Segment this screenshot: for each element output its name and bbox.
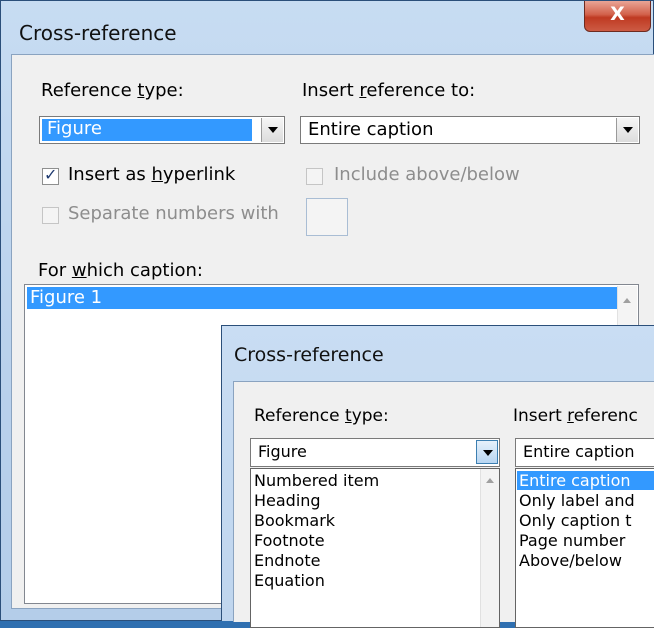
insert-reference-dropdown[interactable]: Entire caption Only label and Only capti…: [515, 468, 654, 628]
list-item[interactable]: Equation: [254, 571, 325, 590]
chevron-down-icon[interactable]: [616, 118, 638, 142]
dialog-title: Cross-reference: [234, 344, 384, 366]
separate-numbers-label: Separate numbers with: [68, 203, 279, 224]
list-item[interactable]: Entire caption: [517, 471, 654, 490]
insert-reference-select[interactable]: Entire caption: [300, 116, 640, 144]
list-item[interactable]: Above/below: [519, 551, 622, 570]
insert-hyperlink-checkbox[interactable]: [42, 165, 59, 185]
list-item[interactable]: Bookmark: [254, 511, 335, 530]
for-which-caption-label: For which caption:: [38, 260, 203, 281]
reference-type-label: Reference type:: [41, 80, 184, 101]
scrollbar[interactable]: [480, 469, 499, 627]
list-item[interactable]: Heading: [254, 491, 321, 510]
insert-reference-value: Entire caption: [308, 119, 434, 140]
reference-type-value: Figure: [258, 442, 307, 461]
reference-type-dropdown[interactable]: Numbered item Heading Bookmark Footnote …: [250, 468, 500, 628]
list-item[interactable]: Page number: [519, 531, 625, 550]
separate-numbers-checkbox[interactable]: [42, 207, 59, 224]
close-icon: X: [610, 3, 625, 25]
cross-reference-dialog-front: Cross-reference Reference type: Insert r…: [221, 325, 654, 628]
list-item[interactable]: Numbered item: [254, 471, 379, 490]
list-item[interactable]: Only caption t: [519, 511, 632, 530]
insert-reference-value: Entire caption: [523, 442, 635, 461]
list-item[interactable]: Footnote: [254, 531, 325, 550]
chevron-down-icon[interactable]: [476, 440, 498, 464]
list-item[interactable]: Endnote: [254, 551, 320, 570]
chevron-down-icon[interactable]: [261, 118, 283, 142]
dialog-body: Reference type: Insert referenc Figure E…: [233, 381, 654, 628]
dialog-title: Cross-reference: [19, 21, 177, 45]
reference-type-label: Reference type:: [254, 406, 389, 426]
include-above-below-label: Include above/below: [334, 164, 520, 185]
insert-reference-label: Insert reference to:: [302, 80, 476, 101]
insert-hyperlink-label: Insert as hyperlink: [68, 164, 236, 185]
list-item[interactable]: Figure 1: [27, 287, 617, 309]
separator-input[interactable]: [306, 198, 348, 236]
close-button[interactable]: X: [584, 1, 651, 32]
insert-reference-select[interactable]: Entire caption: [515, 438, 654, 467]
insert-reference-label: Insert referenc: [513, 406, 638, 426]
list-item[interactable]: Only label and: [519, 491, 635, 510]
reference-type-value: Figure: [47, 118, 102, 139]
reference-type-select[interactable]: Figure: [250, 438, 500, 467]
reference-type-select[interactable]: Figure: [39, 116, 285, 144]
include-above-below-checkbox[interactable]: [306, 168, 323, 185]
